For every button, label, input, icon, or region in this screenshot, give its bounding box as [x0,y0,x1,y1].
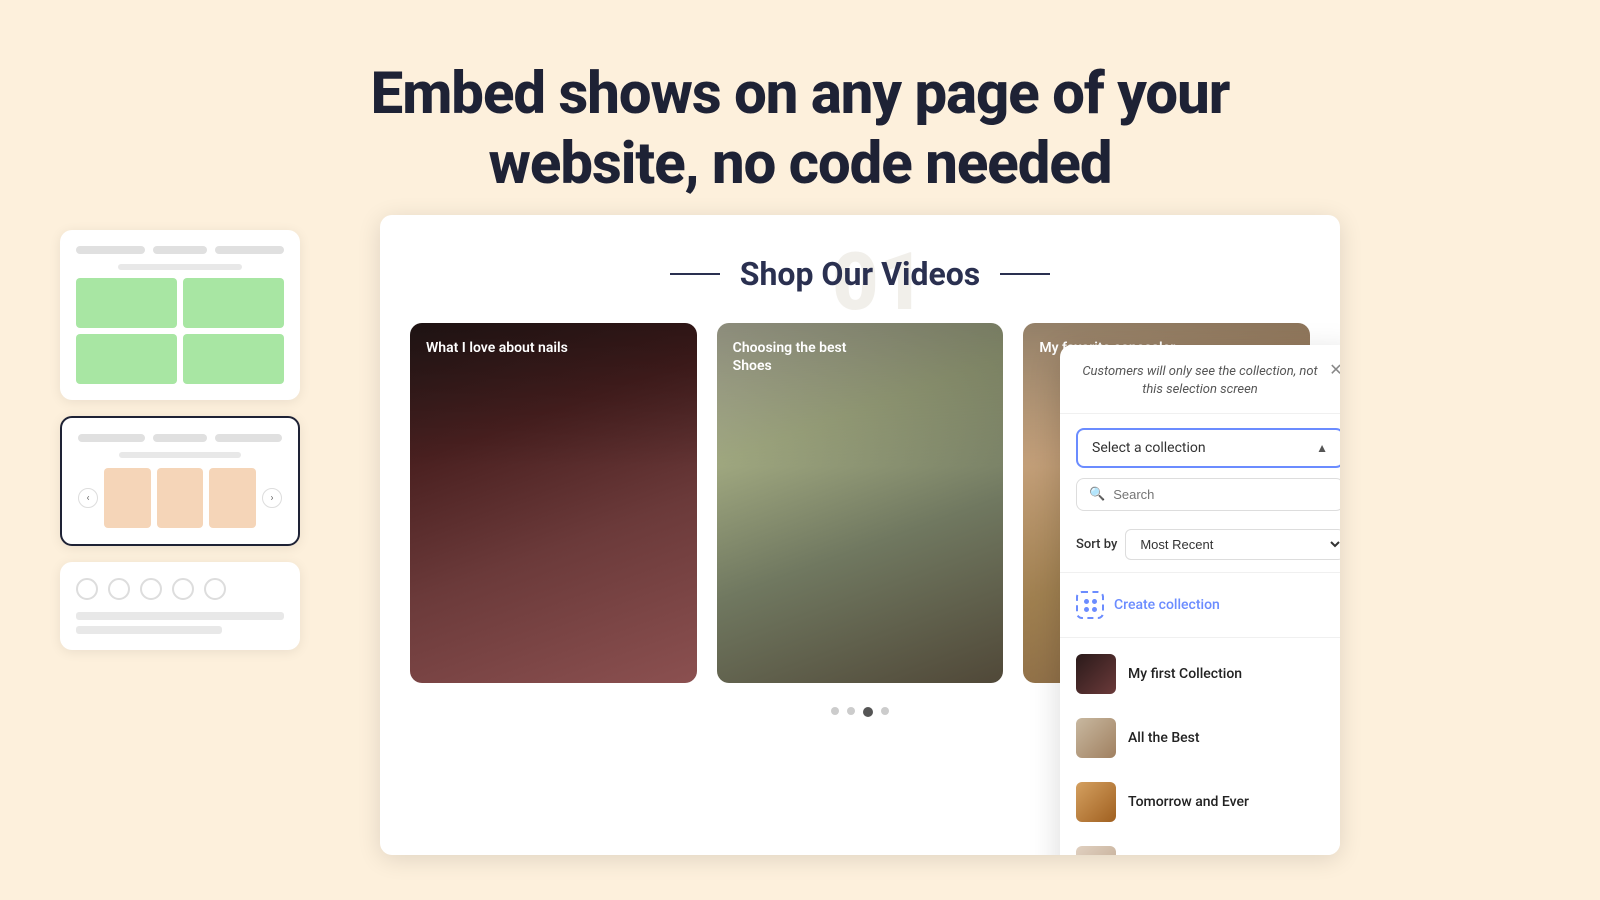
dot [1092,599,1097,604]
shop-title: 01 Shop Our Videos [410,255,1310,293]
pagination-dot[interactable] [831,707,839,715]
collection-item-4[interactable]: Bringing together bags [1060,834,1340,855]
line-decoration [215,246,284,254]
carousel-cell [157,468,204,528]
dot [76,578,98,600]
sort-by-row: Sort by Most Recent Oldest A-Z Z-A [1060,521,1340,568]
phone-mockup-carousel[interactable]: ‹ › [60,416,300,546]
collection-panel: Customers will only see the collection, … [1060,345,1340,855]
carousel-cell [209,468,256,528]
main-heading: Embed shows on any page of your website,… [0,0,1600,239]
collection-thumb-3 [1076,782,1116,822]
collection-thumb-1 [1076,654,1116,694]
select-label: Select a collection [1092,440,1206,456]
line-decoration [153,434,207,442]
divider [1060,572,1340,573]
collection-name-1: My first Collection [1128,666,1242,682]
shop-title-text: Shop Our Videos [740,255,980,293]
chevron-down-icon: ▲ [1316,441,1328,455]
phone-mockups: ‹ › [60,230,300,650]
line-decoration [153,246,208,254]
dot [140,578,162,600]
phone-mockup-grid [60,230,300,400]
carousel-layout: ‹ › [78,468,282,528]
collection-thumb-2 [1076,718,1116,758]
dot [108,578,130,600]
video-label-2: Choosing the best Shoes [733,339,883,375]
search-box[interactable]: 🔍 [1076,478,1340,511]
card-gradient [717,323,1004,683]
line-decoration [76,612,284,620]
website-preview: 01 Shop Our Videos What I love about nai… [380,215,1340,855]
search-input[interactable] [1113,487,1331,502]
dot [1084,607,1089,612]
grid-cell [183,334,284,384]
pagination-dot[interactable] [881,707,889,715]
carousel-cell [104,468,151,528]
dot [204,578,226,600]
line-decoration [119,452,241,458]
grid-layout [76,278,284,384]
collection-name-2: All the Best [1128,730,1200,746]
divider [1060,637,1340,638]
create-collection-icon [1076,591,1104,619]
dots-layout [76,578,284,600]
collection-select[interactable]: Select a collection ▲ [1076,428,1340,468]
video-card-2[interactable]: Choosing the best Shoes [717,323,1004,683]
grid-cell [76,334,177,384]
title-line [670,273,720,275]
close-icon[interactable]: ✕ [1326,359,1340,379]
carousel-next[interactable]: › [262,488,282,508]
grid-cell [76,278,177,328]
sort-label: Sort by [1076,537,1117,552]
collection-thumb-4 [1076,846,1116,855]
line-decoration [215,434,282,442]
create-collection-label: Create collection [1114,597,1220,613]
line-decoration [76,626,222,634]
create-collection-button[interactable]: Create collection [1060,577,1340,633]
card-gradient [410,323,697,683]
line-decoration [118,264,243,270]
heading-line2: website, no code needed [489,130,1112,198]
panel-header: Customers will only see the collection, … [1060,345,1340,414]
search-icon: 🔍 [1089,487,1105,502]
title-line [1000,273,1050,275]
collection-item-3[interactable]: Tomorrow and Ever [1060,770,1340,834]
pagination-dot[interactable] [847,707,855,715]
dot [1084,599,1089,604]
collection-item-2[interactable]: All the Best [1060,706,1340,770]
panel-header-text: Customers will only see the collection, … [1080,363,1340,399]
phone-mockup-dots [60,562,300,650]
line-decoration [76,246,145,254]
pagination-dot-active[interactable] [863,707,873,717]
collection-item-1[interactable]: My first Collection [1060,642,1340,706]
video-label-1: What I love about nails [426,339,568,357]
sort-select[interactable]: Most Recent Oldest A-Z Z-A [1125,529,1340,560]
dot [1092,607,1097,612]
grid-cell [183,278,284,328]
dots-grid [1080,595,1101,616]
line-decoration [78,434,145,442]
video-card-1[interactable]: What I love about nails [410,323,697,683]
collection-name-3: Tomorrow and Ever [1128,794,1249,810]
dot [172,578,194,600]
carousel-prev[interactable]: ‹ [78,488,98,508]
heading-line1: Embed shows on any page of your [371,60,1230,128]
